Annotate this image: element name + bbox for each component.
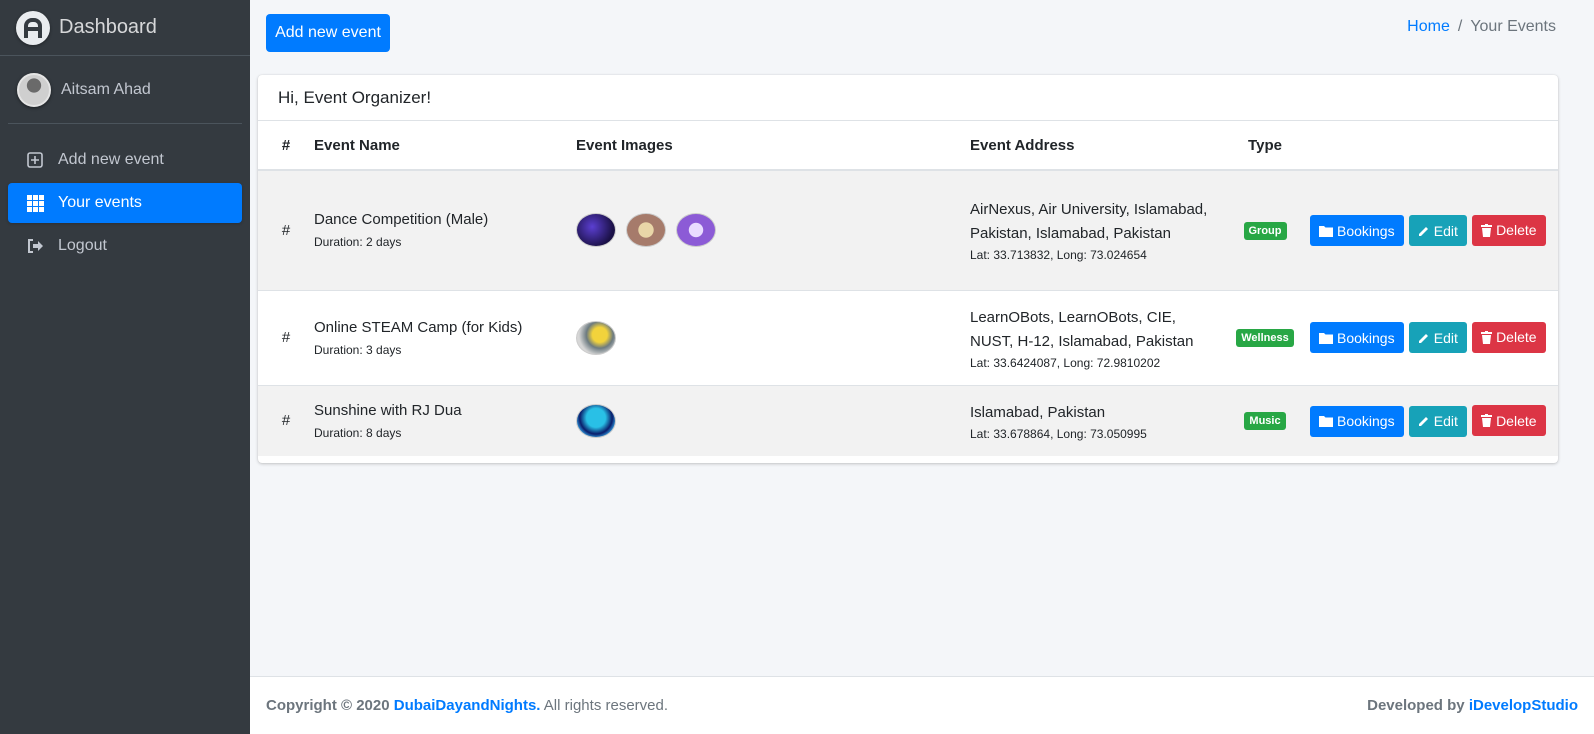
user-panel[interactable]: Aitsam Ahad [8, 56, 242, 124]
footer: Copyright © 2020 DubaiDayandNights. All … [250, 676, 1594, 734]
event-image-thumbnail[interactable] [576, 213, 616, 248]
rights-text: All rights reserved. [543, 697, 669, 714]
trash-icon [1481, 223, 1493, 237]
folder-icon [1319, 416, 1333, 427]
event-duration: Duration: 2 days [314, 235, 402, 250]
event-coordinates: Lat: 33.713832, Long: 73.024654 [970, 248, 1147, 263]
delete-button[interactable]: Delete [1472, 405, 1546, 436]
bookings-button[interactable]: Bookings [1310, 405, 1404, 437]
event-name-cell: Dance Competition (Male) Duration: 2 day… [314, 170, 576, 290]
event-name-cell: Online STEAM Camp (for Kids) Duration: 3… [314, 290, 576, 385]
table-row: # Sunshine with RJ Dua Duration: 8 days … [258, 385, 1558, 456]
edit-button[interactable]: Edit [1408, 215, 1467, 246]
column-header-event-images: Event Images [576, 121, 970, 171]
event-address-cell: AirNexus, Air University, Islamabad, Pak… [970, 170, 1220, 290]
avatar [17, 72, 51, 107]
event-duration: Duration: 8 days [314, 425, 402, 440]
breadcrumb-home-link[interactable]: Home [1407, 18, 1450, 35]
event-name: Dance Competition (Male) [314, 211, 489, 229]
event-image-thumbnail[interactable] [676, 213, 717, 248]
event-images-cell [576, 385, 970, 456]
user-name: Aitsam Ahad [61, 80, 151, 98]
trash-icon [1481, 414, 1493, 427]
brand-logo-icon [16, 10, 50, 45]
footer-developer: Developed by iDevelopStudio [1367, 697, 1578, 714]
event-type-cell: Wellness [1220, 290, 1310, 385]
copyright-text: Copyright © 2020 [266, 697, 390, 714]
trash-icon [1481, 330, 1493, 344]
event-image-thumbnail[interactable] [576, 320, 616, 355]
pencil-icon [1418, 226, 1428, 236]
row-hash: # [281, 221, 291, 239]
event-image-thumbnail[interactable] [626, 213, 667, 248]
breadcrumb: Home / Your Events [1407, 18, 1556, 36]
delete-button[interactable]: Delete [1472, 214, 1546, 246]
events-table: # Event Name Event Images Event Address … [258, 121, 1558, 456]
event-image-thumbnail[interactable] [576, 403, 616, 438]
card-greeting: Hi, Event Organizer! [258, 75, 1558, 121]
event-type-cell: Group [1220, 170, 1310, 290]
type-badge: Music [1244, 412, 1286, 431]
grid-icon [26, 194, 44, 212]
bookings-button[interactable]: Bookings [1310, 322, 1404, 354]
event-images-cell [576, 170, 970, 290]
delete-button[interactable]: Delete [1472, 321, 1546, 353]
plus-square-icon [26, 151, 44, 169]
event-images-cell [576, 290, 970, 385]
sidebar-item-label: Add new event [58, 151, 164, 168]
developer-link[interactable]: iDevelopStudio [1469, 697, 1578, 714]
event-coordinates: Lat: 33.6424087, Long: 72.9810202 [970, 355, 1161, 370]
event-name: Online STEAM Camp (for Kids) [314, 318, 523, 336]
sidebar-item-logout[interactable]: Logout [8, 226, 242, 266]
sidebar-nav: Add new event Your events Logout [0, 140, 250, 266]
column-header-hash: # [258, 121, 314, 171]
event-name: Sunshine with RJ Dua [314, 401, 462, 419]
brand[interactable]: Dashboard [0, 0, 250, 56]
bookings-button[interactable]: Bookings [1310, 215, 1404, 246]
row-hash: # [281, 329, 291, 346]
edit-button[interactable]: Edit [1408, 322, 1467, 354]
event-address-cell: LearnOBots, LearnOBots, CIE, NUST, H-12,… [970, 290, 1220, 385]
event-coordinates: Lat: 33.678864, Long: 73.050995 [970, 426, 1147, 441]
column-header-event-name: Event Name [314, 121, 576, 171]
type-badge: Wellness [1236, 329, 1294, 347]
event-address: AirNexus, Air University, Islamabad, Pak… [970, 201, 1208, 243]
brand-text: Dashboard [59, 16, 157, 38]
footer-copyright: Copyright © 2020 DubaiDayandNights. All … [266, 697, 668, 714]
event-duration: Duration: 3 days [314, 342, 402, 357]
breadcrumb-current: Your Events [1470, 18, 1556, 35]
site-link[interactable]: DubaiDayandNights. [394, 697, 541, 714]
table-row: # Dance Competition (Male) Duration: 2 d… [258, 170, 1558, 290]
event-name-cell: Sunshine with RJ Dua Duration: 8 days [314, 385, 576, 456]
table-row: # Online STEAM Camp (for Kids) Duration:… [258, 290, 1558, 385]
sidebar-item-label: Your events [58, 194, 142, 211]
logout-icon [26, 237, 44, 255]
add-new-event-button[interactable]: Add new event [266, 14, 390, 52]
column-header-type: Type [1220, 121, 1310, 171]
event-address: LearnOBots, LearnOBots, CIE, NUST, H-12,… [970, 308, 1194, 350]
sidebar-item-label: Logout [58, 237, 107, 254]
developed-by-text: Developed by [1367, 697, 1465, 714]
actions-cell: Bookings Edit Delete [1310, 290, 1558, 385]
actions-cell: Bookings Edit Delete [1310, 385, 1558, 456]
row-hash: # [281, 412, 291, 430]
type-badge: Group [1243, 221, 1287, 240]
pencil-icon [1418, 333, 1428, 343]
event-type-cell: Music [1220, 385, 1310, 456]
event-address-cell: Islamabad, Pakistan Lat: 33.678864, Long… [970, 385, 1220, 456]
event-address: Islamabad, Pakistan [970, 403, 1106, 421]
sidebar-item-your-events[interactable]: Your events [8, 183, 242, 223]
sidebar: Dashboard Aitsam Ahad Add new event Your… [0, 0, 250, 734]
events-card: Hi, Event Organizer! # Event Name Event … [258, 75, 1558, 463]
actions-cell: Bookings Edit Delete [1310, 170, 1558, 290]
edit-button[interactable]: Edit [1408, 405, 1467, 437]
column-header-event-address: Event Address [970, 121, 1220, 171]
column-header-actions [1310, 121, 1558, 171]
folder-icon [1319, 225, 1333, 237]
main-content: Add new event Home / Your Events Hi, Event… [250, 0, 1594, 734]
folder-icon [1319, 332, 1333, 344]
breadcrumb-separator: / [1457, 18, 1463, 35]
sidebar-item-add-new-event[interactable]: Add new event [8, 140, 242, 180]
pencil-icon [1418, 417, 1428, 426]
